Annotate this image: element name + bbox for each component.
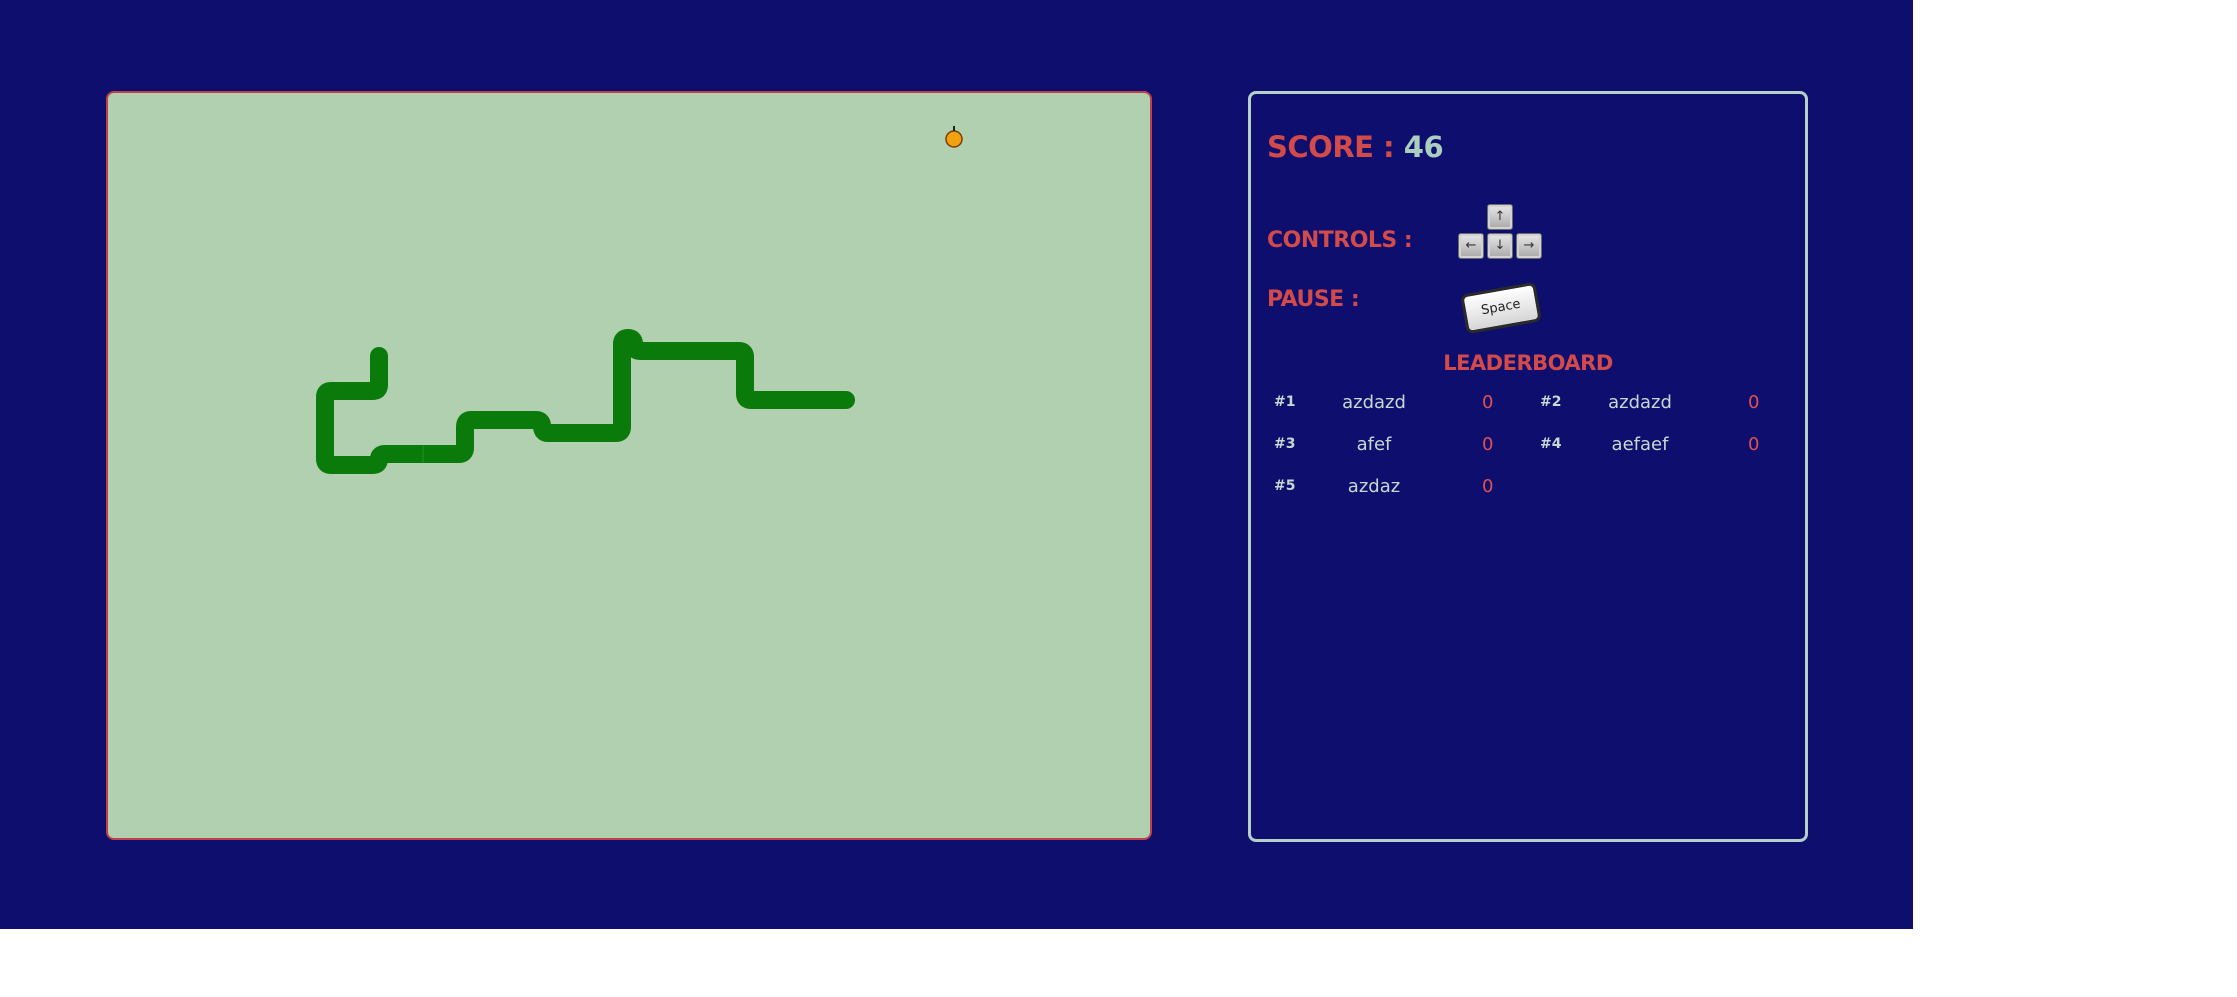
side-panel: SCORE : 46 CONTROLS : ↑ ← ↓ → PAUSE : Sp… [1248, 91, 1808, 842]
game-canvas [316, 126, 963, 474]
pause-label: PAUSE : [1267, 287, 1360, 312]
leaderboard-name: azdazd [1342, 392, 1406, 413]
game-app: SCORE : 46 CONTROLS : ↑ ← ↓ → PAUSE : Sp… [0, 0, 1913, 929]
leaderboard-title: LEADERBOARD [1443, 351, 1613, 375]
leaderboard-name: aefaef [1611, 434, 1669, 455]
leaderboard-entry: #2 azdazd 0 [1540, 388, 1780, 418]
orange-fruit-icon [945, 126, 963, 148]
leaderboard-rank: #1 [1274, 394, 1296, 410]
game-board[interactable] [106, 91, 1152, 840]
leaderboard-name: azdaz [1347, 476, 1401, 497]
leaderboard-entry: #4 aefaef 0 [1540, 430, 1780, 460]
controls-label: CONTROLS : [1267, 228, 1413, 253]
arrow-down-key-icon: ↓ [1487, 233, 1513, 259]
leaderboard-rank: #4 [1540, 436, 1562, 452]
leaderboard-entry: #3 afef 0 [1274, 430, 1514, 460]
leaderboard-score: 0 [1482, 392, 1494, 413]
score-value: 46 [1403, 130, 1444, 164]
score-label: SCORE : [1267, 130, 1404, 164]
arrow-right-key-icon: → [1516, 233, 1542, 259]
leaderboard-score: 0 [1482, 434, 1494, 455]
leaderboard-rank: #2 [1540, 394, 1562, 410]
arrow-up-key-icon: ↑ [1487, 204, 1513, 230]
leaderboard-entry: #1 azdazd 0 [1274, 388, 1514, 418]
leaderboard-name: afef [1356, 434, 1392, 455]
leaderboard-score: 0 [1482, 476, 1494, 497]
leaderboard-rank: #5 [1274, 478, 1296, 494]
score-display: SCORE : 46 [1267, 130, 1444, 164]
arrow-left-key-icon: ← [1458, 233, 1484, 259]
space-key-icon: Space [1460, 281, 1542, 335]
leaderboard-entry: #5 azdaz 0 [1274, 472, 1514, 502]
leaderboard-score: 0 [1748, 392, 1760, 413]
leaderboard-rank: #3 [1274, 436, 1296, 452]
leaderboard-name: azdazd [1608, 392, 1672, 413]
leaderboard-score: 0 [1748, 434, 1760, 455]
snake [316, 329, 855, 474]
